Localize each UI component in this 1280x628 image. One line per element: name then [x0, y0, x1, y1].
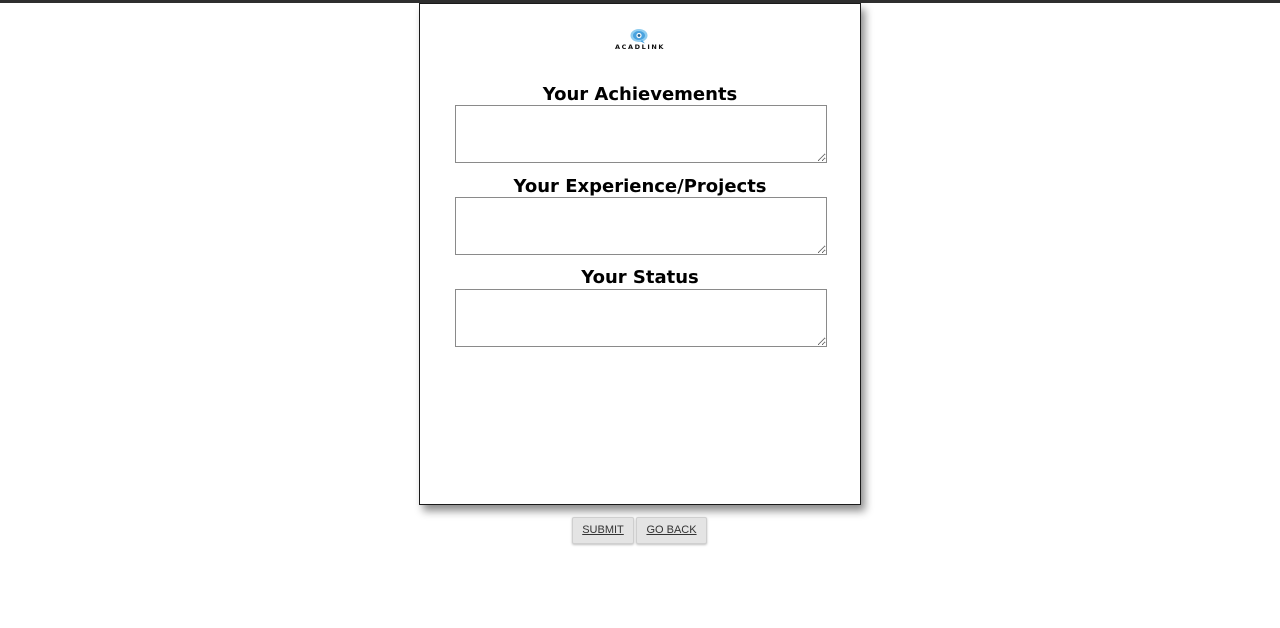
- acadlink-logo: ACADLINK: [613, 27, 667, 53]
- profile-form-card: ACADLINK Your Achievements Your Experien…: [419, 3, 861, 505]
- achievements-textarea[interactable]: [455, 105, 827, 163]
- experience-label: Your Experience/Projects: [513, 176, 767, 197]
- logo-text: ACADLINK: [614, 43, 666, 51]
- go-back-button[interactable]: GO BACK: [636, 517, 707, 544]
- status-label: Your Status: [581, 267, 699, 288]
- chat-bubble-icon: [630, 29, 648, 44]
- status-textarea[interactable]: [455, 289, 827, 347]
- achievements-label: Your Achievements: [542, 84, 738, 105]
- submit-button[interactable]: SUBMIT: [572, 517, 634, 544]
- experience-textarea[interactable]: [455, 197, 827, 255]
